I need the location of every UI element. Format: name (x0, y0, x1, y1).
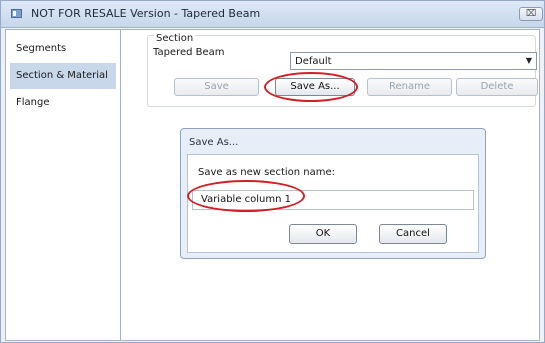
dialog-body: Save as new section name: Variable colum… (187, 154, 479, 253)
window-title: NOT FOR RESALE Version - Tapered Beam (31, 7, 261, 20)
close-button[interactable]: ⌧ (519, 7, 543, 21)
title-bar[interactable]: NOT FOR RESALE Version - Tapered Beam ⌧ (1, 1, 544, 28)
cancel-button[interactable]: Cancel (379, 224, 447, 244)
dialog-title: Save As... (189, 137, 239, 148)
section-name-input[interactable]: Variable column 1 (192, 190, 474, 210)
sidebar-item-flange[interactable]: Flange (10, 90, 116, 116)
rename-button[interactable]: Rename (367, 78, 452, 96)
main-window: NOT FOR RESALE Version - Tapered Beam ⌧ … (0, 0, 545, 343)
dialog-prompt: Save as new section name: (198, 167, 336, 178)
sidebar-item-section-material[interactable]: Section & Material (10, 63, 116, 89)
sidebar: Segments Section & Material Flange (6, 30, 121, 340)
sidebar-item-segments[interactable]: Segments (10, 36, 116, 62)
save-as-dialog: Save As... Save as new section name: Var… (180, 128, 486, 259)
chevron-down-icon[interactable]: ▼ (526, 56, 532, 65)
section-group-title: Section (154, 33, 196, 44)
save-as-button[interactable]: Save As... (275, 78, 355, 96)
delete-button[interactable]: Delete (456, 78, 538, 96)
ok-button[interactable]: OK (289, 224, 357, 244)
section-dropdown-value: Default (295, 56, 332, 67)
section-group: Section (147, 33, 536, 107)
section-dropdown[interactable]: Default ▼ (290, 52, 537, 70)
save-button[interactable]: Save (174, 78, 259, 96)
app-window-icon (11, 9, 22, 18)
section-type-label: Tapered Beam (153, 47, 225, 58)
